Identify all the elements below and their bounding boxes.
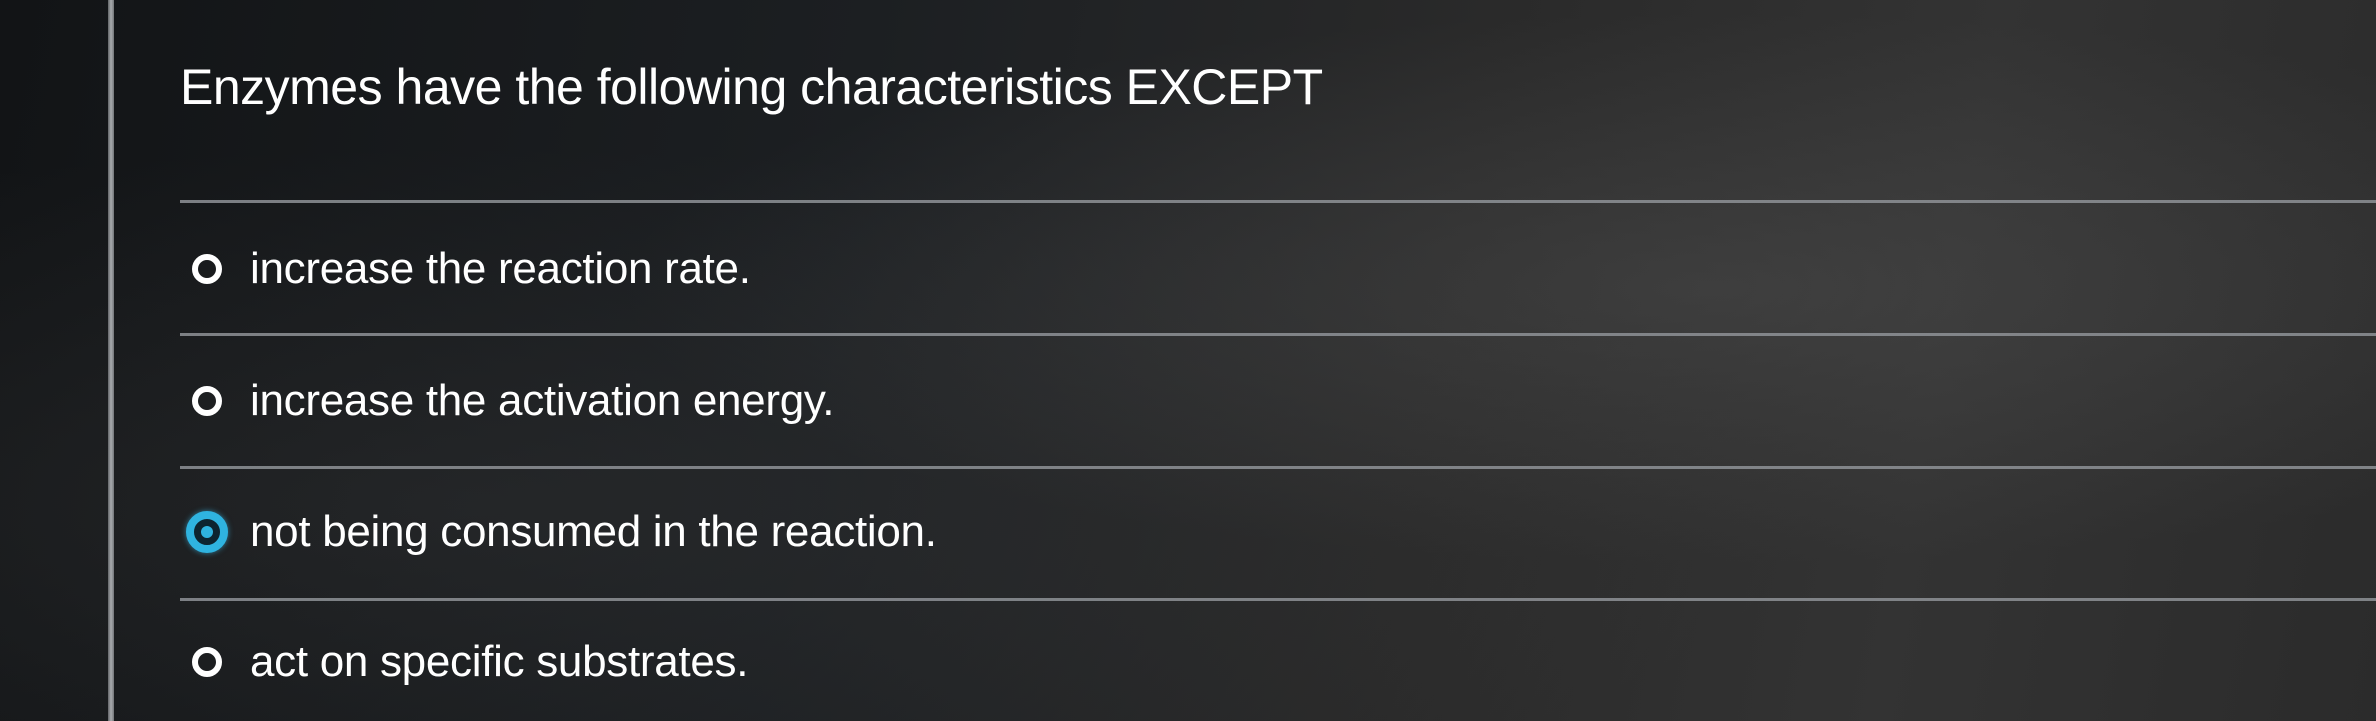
answer-option-label: increase the activation energy. [250,376,835,425]
divider [180,333,2376,336]
divider [180,200,2376,203]
radio-button-selected-icon[interactable] [186,511,228,553]
left-border [108,0,114,721]
answer-option-4[interactable]: act on specific substrates. [192,627,748,697]
answer-option-3[interactable]: not being consumed in the reaction. [186,497,937,567]
answer-option-label: increase the reaction rate. [250,244,751,293]
radio-button-icon[interactable] [192,386,222,416]
answer-option-label: act on specific substrates. [250,637,749,686]
question-panel: Enzymes have the following characteristi… [180,0,2376,721]
question-text: Enzymes have the following characteristi… [180,59,1323,115]
answer-option-1[interactable]: increase the reaction rate. [192,234,751,304]
answer-option-label: not being consumed in the reaction. [250,507,937,556]
answer-option-2[interactable]: increase the activation energy. [192,366,835,436]
radio-button-icon[interactable] [192,254,222,284]
divider [180,466,2376,469]
divider [180,598,2376,601]
radio-button-icon[interactable] [192,647,222,677]
